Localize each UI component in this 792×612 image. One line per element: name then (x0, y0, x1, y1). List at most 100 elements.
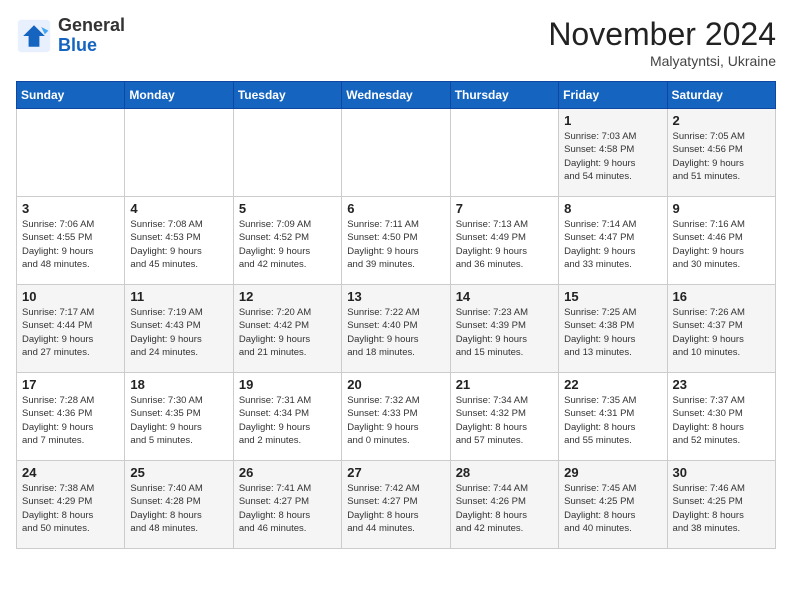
calendar-cell: 5 Sunrise: 7:09 AM Sunset: 4:52 PM Daylig… (233, 197, 341, 285)
calendar-table: SundayMondayTuesdayWednesdayThursdayFrid… (16, 81, 776, 549)
day-info: Sunrise: 7:20 AM Sunset: 4:42 PM Dayligh… (239, 306, 336, 359)
day-number: 8 (564, 201, 661, 216)
day-info: Sunrise: 7:16 AM Sunset: 4:46 PM Dayligh… (673, 218, 770, 271)
weekday-header-row: SundayMondayTuesdayWednesdayThursdayFrid… (17, 82, 776, 109)
day-number: 3 (22, 201, 119, 216)
logo-icon (16, 18, 52, 54)
day-info: Sunrise: 7:25 AM Sunset: 4:38 PM Dayligh… (564, 306, 661, 359)
day-info: Sunrise: 7:13 AM Sunset: 4:49 PM Dayligh… (456, 218, 553, 271)
week-row-2: 3 Sunrise: 7:06 AM Sunset: 4:55 PM Daylig… (17, 197, 776, 285)
day-number: 23 (673, 377, 770, 392)
day-number: 17 (22, 377, 119, 392)
calendar-cell: 10 Sunrise: 7:17 AM Sunset: 4:44 PM Dayli… (17, 285, 125, 373)
calendar-cell: 12 Sunrise: 7:20 AM Sunset: 4:42 PM Dayli… (233, 285, 341, 373)
calendar-cell: 11 Sunrise: 7:19 AM Sunset: 4:43 PM Dayli… (125, 285, 233, 373)
weekday-header-monday: Monday (125, 82, 233, 109)
day-info: Sunrise: 7:44 AM Sunset: 4:26 PM Dayligh… (456, 482, 553, 535)
day-number: 26 (239, 465, 336, 480)
logo: General Blue (16, 16, 125, 56)
day-info: Sunrise: 7:11 AM Sunset: 4:50 PM Dayligh… (347, 218, 444, 271)
day-number: 9 (673, 201, 770, 216)
calendar-cell: 29 Sunrise: 7:45 AM Sunset: 4:25 PM Dayli… (559, 461, 667, 549)
calendar-cell: 18Sunrise: 7:30 AM Sunset: 4:35 PM Dayli… (125, 373, 233, 461)
day-number: 16 (673, 289, 770, 304)
day-number: 11 (130, 289, 227, 304)
day-info: Sunrise: 7:34 AM Sunset: 4:32 PM Dayligh… (456, 394, 553, 447)
day-number: 29 (564, 465, 661, 480)
day-info: Sunrise: 7:45 AM Sunset: 4:25 PM Dayligh… (564, 482, 661, 535)
calendar-cell: 16 Sunrise: 7:26 AM Sunset: 4:37 PM Dayli… (667, 285, 775, 373)
day-info: Sunrise: 7:17 AM Sunset: 4:44 PM Dayligh… (22, 306, 119, 359)
calendar-cell: 20 Sunrise: 7:32 AM Sunset: 4:33 PM Dayli… (342, 373, 450, 461)
day-info: Sunrise: 7:14 AM Sunset: 4:47 PM Dayligh… (564, 218, 661, 271)
calendar-cell: 19Sunrise: 7:31 AM Sunset: 4:34 PM Dayli… (233, 373, 341, 461)
calendar-cell: 9 Sunrise: 7:16 AM Sunset: 4:46 PM Daylig… (667, 197, 775, 285)
calendar-cell: 21 Sunrise: 7:34 AM Sunset: 4:32 PM Dayli… (450, 373, 558, 461)
day-number: 27 (347, 465, 444, 480)
day-number: 13 (347, 289, 444, 304)
day-number: 25 (130, 465, 227, 480)
day-info: Sunrise: 7:05 AM Sunset: 4:56 PM Dayligh… (673, 130, 770, 183)
calendar-cell: 7 Sunrise: 7:13 AM Sunset: 4:49 PM Daylig… (450, 197, 558, 285)
day-number: 1 (564, 113, 661, 128)
weekday-header-sunday: Sunday (17, 82, 125, 109)
day-info: Sunrise: 7:03 AM Sunset: 4:58 PM Dayligh… (564, 130, 661, 183)
day-info: Sunrise: 7:09 AM Sunset: 4:52 PM Dayligh… (239, 218, 336, 271)
day-info: Sunrise: 7:42 AM Sunset: 4:27 PM Dayligh… (347, 482, 444, 535)
calendar-cell: 13 Sunrise: 7:22 AM Sunset: 4:40 PM Dayli… (342, 285, 450, 373)
weekday-header-friday: Friday (559, 82, 667, 109)
day-number: 15 (564, 289, 661, 304)
day-info: Sunrise: 7:46 AM Sunset: 4:25 PM Dayligh… (673, 482, 770, 535)
day-number: 20 (347, 377, 444, 392)
day-info: Sunrise: 7:38 AM Sunset: 4:29 PM Dayligh… (22, 482, 119, 535)
day-number: 22 (564, 377, 661, 392)
weekday-header-tuesday: Tuesday (233, 82, 341, 109)
day-info: Sunrise: 7:26 AM Sunset: 4:37 PM Dayligh… (673, 306, 770, 359)
calendar-cell: 23 Sunrise: 7:37 AM Sunset: 4:30 PM Dayli… (667, 373, 775, 461)
calendar-cell: 22 Sunrise: 7:35 AM Sunset: 4:31 PM Dayli… (559, 373, 667, 461)
calendar-cell (125, 109, 233, 197)
day-number: 21 (456, 377, 553, 392)
day-number: 10 (22, 289, 119, 304)
calendar-cell (233, 109, 341, 197)
calendar-cell: 3 Sunrise: 7:06 AM Sunset: 4:55 PM Daylig… (17, 197, 125, 285)
day-info: Sunrise: 7:37 AM Sunset: 4:30 PM Dayligh… (673, 394, 770, 447)
weekday-header-wednesday: Wednesday (342, 82, 450, 109)
day-info: Sunrise: 7:28 AM Sunset: 4:36 PM Dayligh… (22, 394, 119, 447)
day-number: 5 (239, 201, 336, 216)
day-number: 12 (239, 289, 336, 304)
calendar-cell: 25Sunrise: 7:40 AM Sunset: 4:28 PM Dayli… (125, 461, 233, 549)
calendar-cell: 14 Sunrise: 7:23 AM Sunset: 4:39 PM Dayli… (450, 285, 558, 373)
location: Malyatyntsi, Ukraine (548, 53, 776, 69)
logo-text: General Blue (58, 16, 125, 56)
day-number: 2 (673, 113, 770, 128)
calendar-cell: 8 Sunrise: 7:14 AM Sunset: 4:47 PM Daylig… (559, 197, 667, 285)
day-number: 14 (456, 289, 553, 304)
day-info: Sunrise: 7:19 AM Sunset: 4:43 PM Dayligh… (130, 306, 227, 359)
day-number: 24 (22, 465, 119, 480)
calendar-cell: 1 Sunrise: 7:03 AM Sunset: 4:58 PM Daylig… (559, 109, 667, 197)
day-info: Sunrise: 7:22 AM Sunset: 4:40 PM Dayligh… (347, 306, 444, 359)
week-row-1: 1 Sunrise: 7:03 AM Sunset: 4:58 PM Daylig… (17, 109, 776, 197)
day-number: 19 (239, 377, 336, 392)
day-info: Sunrise: 7:23 AM Sunset: 4:39 PM Dayligh… (456, 306, 553, 359)
week-row-5: 24 Sunrise: 7:38 AM Sunset: 4:29 PM Dayli… (17, 461, 776, 549)
calendar-cell (17, 109, 125, 197)
day-info: Sunrise: 7:08 AM Sunset: 4:53 PM Dayligh… (130, 218, 227, 271)
calendar-cell: 28Sunrise: 7:44 AM Sunset: 4:26 PM Dayli… (450, 461, 558, 549)
calendar-cell: 27 Sunrise: 7:42 AM Sunset: 4:27 PM Dayli… (342, 461, 450, 549)
calendar-cell: 15 Sunrise: 7:25 AM Sunset: 4:38 PM Dayli… (559, 285, 667, 373)
title-block: November 2024 Malyatyntsi, Ukraine (548, 16, 776, 69)
day-number: 30 (673, 465, 770, 480)
day-info: Sunrise: 7:06 AM Sunset: 4:55 PM Dayligh… (22, 218, 119, 271)
calendar-cell: 17 Sunrise: 7:28 AM Sunset: 4:36 PM Dayli… (17, 373, 125, 461)
day-number: 4 (130, 201, 227, 216)
day-info: Sunrise: 7:32 AM Sunset: 4:33 PM Dayligh… (347, 394, 444, 447)
calendar-cell (342, 109, 450, 197)
calendar-cell: 4 Sunrise: 7:08 AM Sunset: 4:53 PM Daylig… (125, 197, 233, 285)
day-number: 18 (130, 377, 227, 392)
day-number: 7 (456, 201, 553, 216)
day-info: Sunrise: 7:35 AM Sunset: 4:31 PM Dayligh… (564, 394, 661, 447)
calendar-cell: 24 Sunrise: 7:38 AM Sunset: 4:29 PM Dayli… (17, 461, 125, 549)
day-info: Sunrise: 7:41 AM Sunset: 4:27 PM Dayligh… (239, 482, 336, 535)
